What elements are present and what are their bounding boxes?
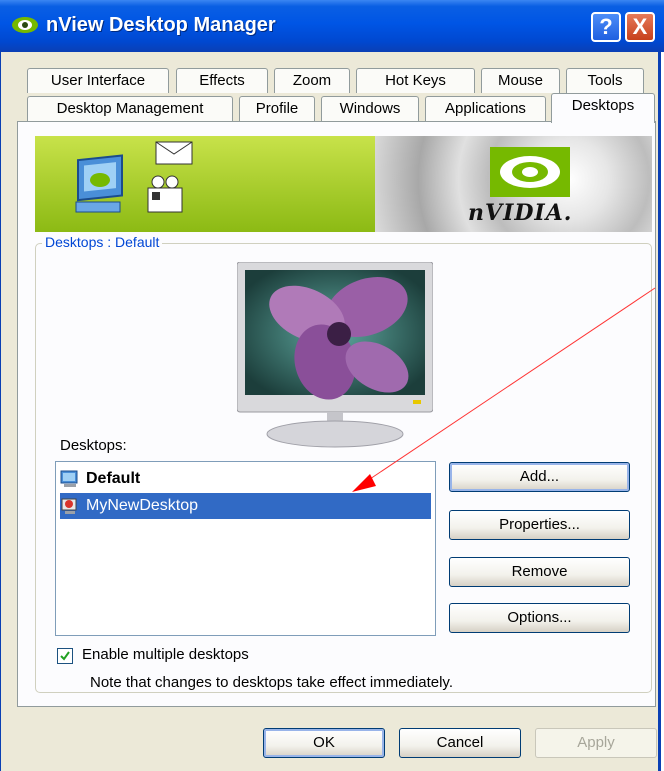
tab-profile[interactable]: Profile [239, 96, 315, 121]
tab-hot-keys[interactable]: Hot Keys [356, 68, 475, 93]
tab-windows[interactable]: Windows [321, 96, 419, 121]
desktop-icon [60, 470, 78, 487]
tab-desktops[interactable]: Desktops [551, 93, 655, 123]
title-bar[interactable]: nView Desktop Manager ? X [0, 0, 664, 52]
window-title: nView Desktop Manager [46, 14, 276, 36]
group-label: Desktops : Default [42, 234, 163, 250]
nvidia-eye-icon [12, 17, 38, 33]
ok-button[interactable]: OK [263, 728, 385, 758]
tab-mouse[interactable]: Mouse [481, 68, 560, 93]
properties-button[interactable]: Properties... [449, 510, 630, 540]
list-item-mynewdesktop[interactable]: MyNewDesktop [60, 493, 431, 519]
list-item-label: Default [86, 470, 141, 487]
options-button[interactable]: Options... [449, 603, 630, 633]
tab-effects[interactable]: Effects [176, 68, 268, 93]
close-button[interactable]: X [625, 12, 655, 42]
tab-desktop-management[interactable]: Desktop Management [27, 96, 233, 121]
monitor-preview-image [237, 262, 433, 448]
tab-zoom[interactable]: Zoom [274, 68, 350, 93]
desktops-list-label: Desktops: [60, 437, 127, 454]
remove-button[interactable]: Remove [449, 557, 630, 587]
enable-multiple-checkbox[interactable] [57, 648, 73, 664]
enable-multiple-label[interactable]: Enable multiple desktops [82, 646, 249, 663]
apply-button[interactable]: Apply [535, 728, 657, 758]
add-button[interactable]: Add... [449, 462, 630, 492]
new-desktop-icon [61, 498, 77, 514]
cancel-button[interactable]: Cancel [399, 728, 521, 758]
nvidia-brand-text: nVIDIA. [468, 200, 573, 226]
tab-applications[interactable]: Applications [425, 96, 546, 121]
nvidia-eye-logo-icon [490, 147, 570, 197]
desktops-listbox[interactable]: Default MyNewDesktop [55, 461, 436, 636]
help-button[interactable]: ? [591, 12, 621, 42]
list-item-label: MyNewDesktop [86, 497, 199, 514]
checkmark-icon [60, 651, 70, 661]
tab-user-interface[interactable]: User Interface [27, 68, 169, 93]
note-text: Note that changes to desktops take effec… [90, 674, 453, 691]
nview-computer-icon [75, 141, 193, 213]
tab-tools[interactable]: Tools [566, 68, 644, 93]
